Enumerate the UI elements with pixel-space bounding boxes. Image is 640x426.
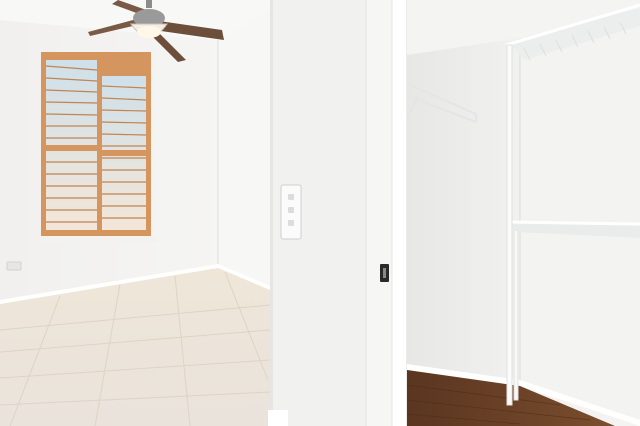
window (36, 52, 156, 242)
room-photo (0, 0, 640, 426)
walk-in-closet (407, 0, 640, 426)
wall-outlet (6, 261, 22, 271)
closet-door-frame (365, 0, 408, 426)
light-switch-icon[interactable] (280, 184, 302, 240)
